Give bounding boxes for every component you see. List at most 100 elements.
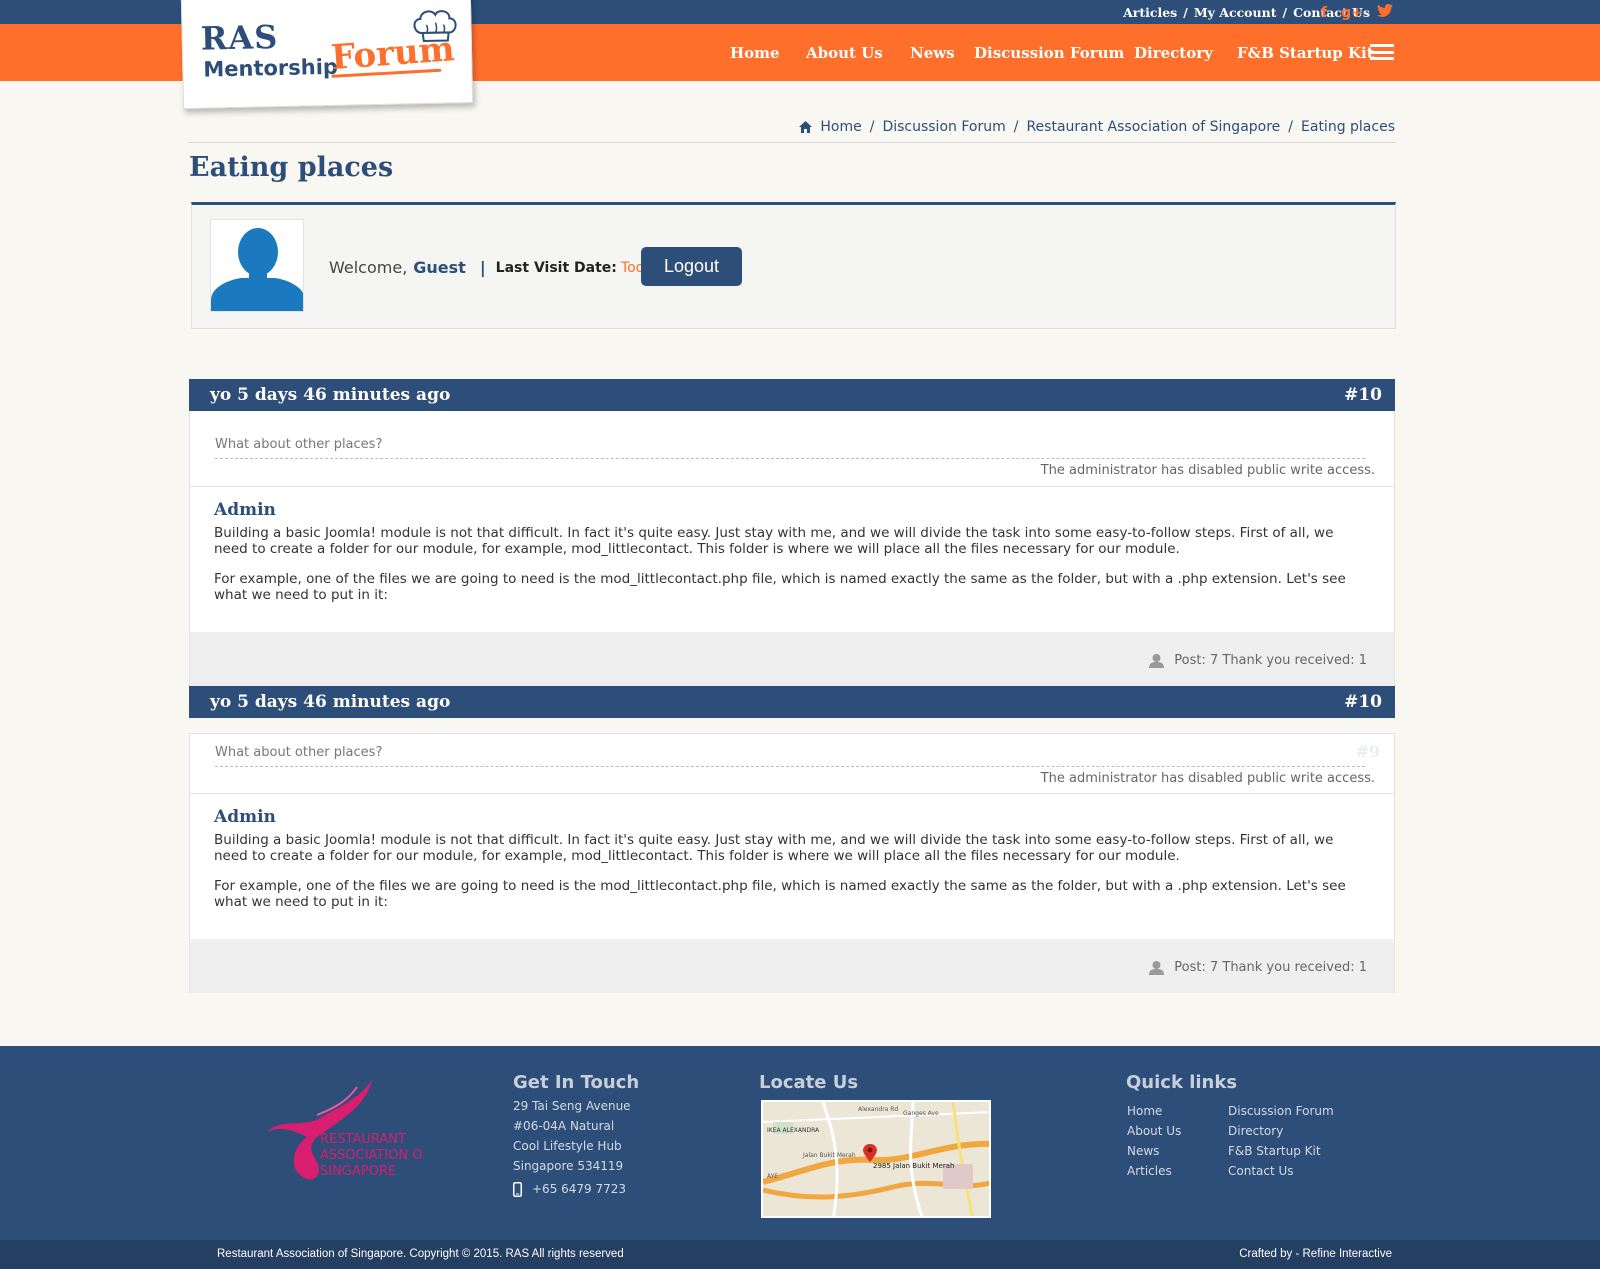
map-street: IKEA ALEXANDRA [767, 1127, 820, 1134]
post-body: Admin Building a basic Joomla! module is… [189, 794, 1395, 939]
post-subject: What about other places? The administrat… [189, 411, 1395, 487]
post-author[interactable]: Admin [214, 807, 1370, 827]
post-title[interactable]: yo 5 days 46 minutes ago [210, 385, 450, 405]
welcome-line: Welcome, Guest | Last Visit Date: Today [329, 258, 661, 277]
logo-mentorship: Mentorship [203, 54, 339, 82]
dashed-divider [215, 458, 1365, 459]
separator: / [1183, 5, 1188, 20]
breadcrumb: Home / Discussion Forum / Restaurant Ass… [799, 119, 1395, 135]
last-visit-label: Last Visit Date: [495, 259, 617, 276]
copyright-text: Restaurant Association of Singapore. Cop… [217, 1248, 624, 1260]
get-in-touch-title: Get In Touch [513, 1072, 640, 1093]
nav-news[interactable]: News [910, 44, 974, 62]
ghost-number: #9 [1355, 742, 1380, 761]
user-silhouette-icon [211, 228, 303, 311]
breadcrumb-home[interactable]: Home [820, 119, 861, 135]
twitter-icon[interactable] [1376, 4, 1393, 21]
separator: | [479, 258, 486, 277]
post-stats-text: Post: 7 Thank you received: 1 [1174, 653, 1367, 668]
nav-discussion-forum[interactable]: Discussion Forum [974, 44, 1134, 62]
address-line: 29 Tai Seng Avenue [513, 1099, 631, 1113]
facebook-icon[interactable]: f [1321, 5, 1327, 21]
username: Guest [413, 258, 466, 277]
phone-icon [513, 1181, 522, 1197]
breadcrumb-discussion-forum[interactable]: Discussion Forum [882, 119, 1005, 135]
crafted-by-text[interactable]: Crafted by - Refine Interactive [1239, 1248, 1392, 1260]
quick-link-articles[interactable]: Articles [1127, 1161, 1181, 1181]
location-map[interactable]: 2985 Jalan Bukit Merah Alexandra Rd Gang… [761, 1100, 991, 1218]
site-logo[interactable]: RAS Mentorship Forum [180, 0, 474, 110]
avatar [210, 219, 304, 312]
welcome-text: Welcome, [329, 258, 408, 277]
post-footer: Post: 7 Thank you received: 1 [189, 939, 1395, 993]
quick-link-about-us[interactable]: About Us [1127, 1121, 1181, 1141]
ras-logo-line1: RESTAURANT [320, 1132, 406, 1147]
post-paragraph: Building a basic Joomla! module is not t… [214, 525, 1334, 557]
quick-link-fb-startup-kit[interactable]: F&B Startup Kit [1228, 1141, 1334, 1161]
breadcrumb-ras[interactable]: Restaurant Association of Singapore [1026, 119, 1280, 135]
home-icon[interactable] [799, 121, 813, 133]
post-subject: What about other places? #9 The administ… [189, 733, 1395, 794]
quick-links-title: Quick links [1126, 1072, 1238, 1093]
user-panel: Welcome, Guest | Last Visit Date: Today … [191, 202, 1396, 329]
logo-ras: RAS [200, 18, 279, 58]
address: 29 Tai Seng Avenue #06-04A Natural Cool … [513, 1096, 631, 1199]
post-number[interactable]: #10 [1344, 692, 1382, 712]
quick-link-directory[interactable]: Directory [1228, 1121, 1334, 1141]
post-title[interactable]: yo 5 days 46 minutes ago [210, 692, 450, 712]
post: yo 5 days 46 minutes ago #10 What about … [189, 379, 1395, 686]
separator: / [1282, 5, 1288, 20]
nav-home[interactable]: Home [730, 44, 806, 62]
social-links: f g+ [1321, 4, 1393, 21]
google-plus-icon[interactable]: g+ [1341, 5, 1363, 21]
divider [189, 142, 1395, 143]
phone-row: +65 6479 7723 [513, 1179, 631, 1199]
quick-link-discussion-forum[interactable]: Discussion Forum [1228, 1101, 1334, 1121]
phone-number[interactable]: +65 6479 7723 [532, 1179, 626, 1199]
articles-link[interactable]: Articles [1123, 5, 1177, 20]
page-title: Eating places [189, 152, 394, 183]
write-access-notice: The administrator has disabled public wr… [1040, 463, 1375, 478]
nav-fb-startup-kit[interactable]: F&B Startup Kit [1237, 44, 1374, 62]
post-paragraph: For example, one of the files we are goi… [214, 571, 1346, 603]
post-footer: Post: 7 Thank you received: 1 [189, 632, 1395, 686]
ras-logo-line3: SINGAPORE [320, 1164, 396, 1179]
post-subject-text: What about other places? [215, 437, 383, 452]
ras-logo[interactable]: RESTAURANT ASSOCIATION OF SINGAPORE [262, 1077, 430, 1191]
ras-logo-line2: ASSOCIATION OF [320, 1148, 422, 1163]
post-header: yo 5 days 46 minutes ago #10 [189, 686, 1395, 718]
post-paragraph: Building a basic Joomla! module is not t… [214, 832, 1334, 864]
map-street: Jalan Bukit Merah [802, 1152, 856, 1159]
my-account-link[interactable]: My Account [1194, 5, 1277, 20]
quick-links-col1: Home About Us News Articles [1127, 1101, 1181, 1181]
nav-directory[interactable]: Directory [1134, 44, 1237, 62]
quick-link-home[interactable]: Home [1127, 1101, 1181, 1121]
user-icon [1149, 960, 1165, 975]
nav-about-us[interactable]: About Us [806, 44, 910, 62]
post-body: Admin Building a basic Joomla! module is… [189, 487, 1395, 632]
main-nav: Home About Us News Discussion Forum Dire… [730, 44, 1374, 62]
post-stats-text: Post: 7 Thank you received: 1 [1174, 960, 1367, 975]
logout-button[interactable]: Logout [641, 247, 742, 286]
address-line: #06-04A Natural [513, 1119, 615, 1133]
quick-link-news[interactable]: News [1127, 1141, 1181, 1161]
post-stats: Post: 7 Thank you received: 1 [1149, 960, 1367, 975]
post-stats: Post: 7 Thank you received: 1 [1149, 653, 1367, 668]
post: yo 5 days 46 minutes ago #10 What about … [189, 686, 1395, 993]
map-street: Alexandra Rd [858, 1106, 898, 1113]
menu-icon[interactable] [1370, 44, 1394, 60]
map-street: AYE [767, 1173, 778, 1180]
post-number[interactable]: #10 [1344, 385, 1382, 405]
post-subject-text: What about other places? [215, 745, 383, 760]
map-street: Ganges Ave [903, 1110, 939, 1117]
quick-links-col2: Discussion Forum Directory F&B Startup K… [1228, 1101, 1334, 1181]
map-label: 2985 Jalan Bukit Merah [873, 1162, 954, 1170]
post-header: yo 5 days 46 minutes ago #10 [189, 379, 1395, 411]
write-access-notice: The administrator has disabled public wr… [1040, 771, 1375, 786]
breadcrumb-current: Eating places [1301, 119, 1395, 135]
quick-link-contact-us[interactable]: Contact Us [1228, 1161, 1334, 1181]
chef-hat-icon [413, 10, 457, 42]
dashed-divider [215, 766, 1365, 767]
post-author[interactable]: Admin [214, 500, 1370, 520]
user-icon [1149, 653, 1165, 668]
